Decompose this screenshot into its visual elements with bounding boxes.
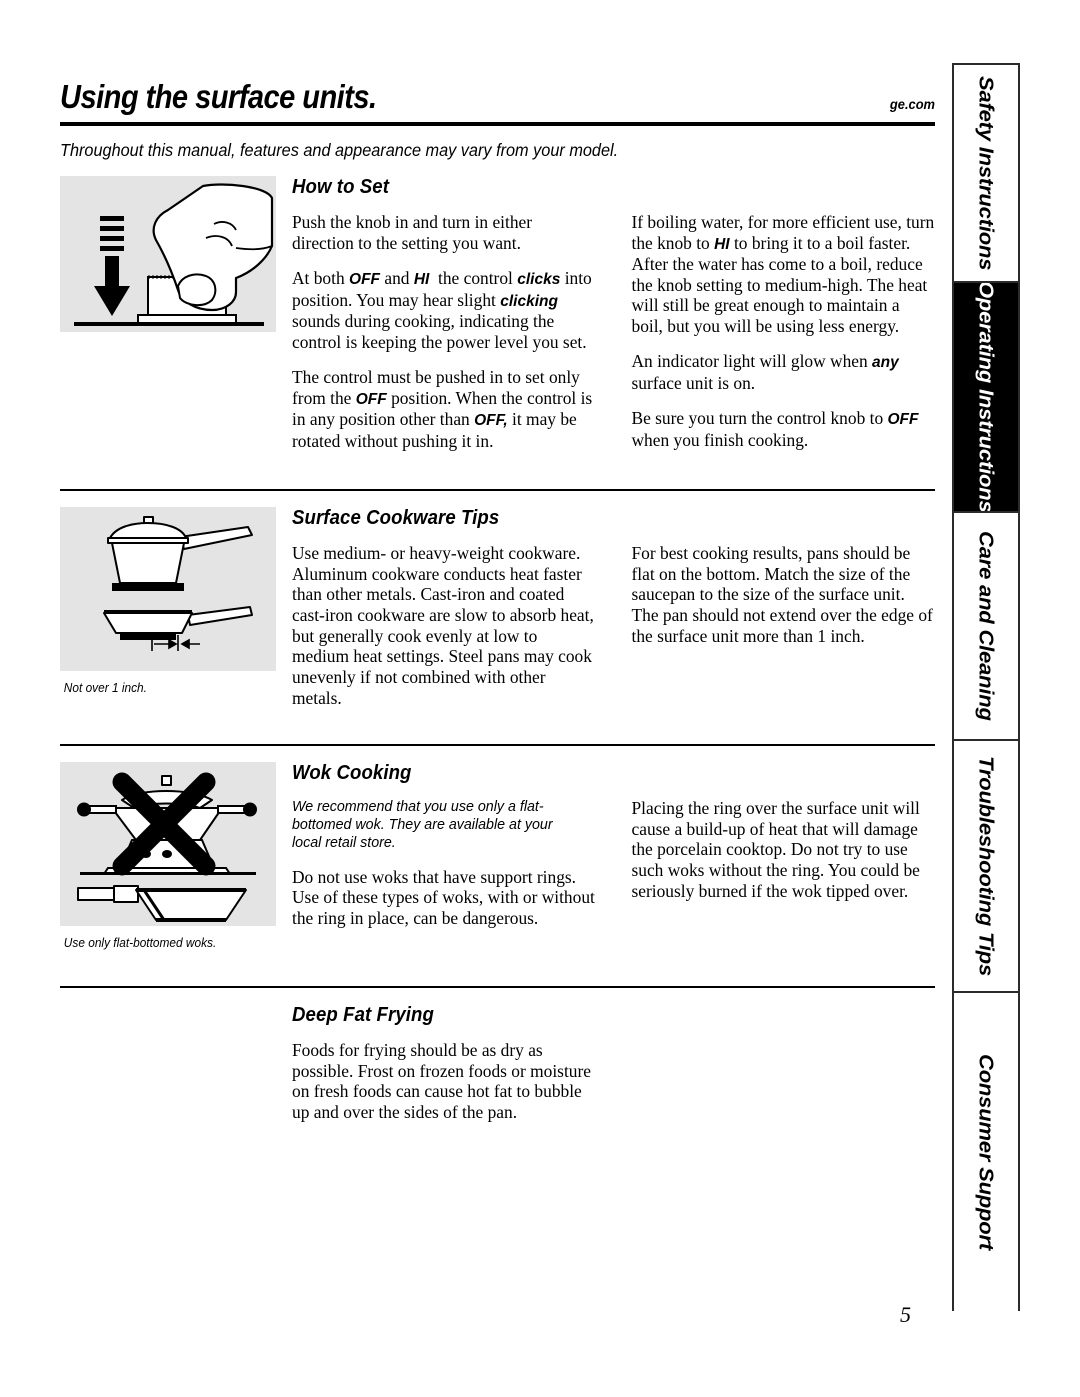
tab-label: Consumer Support — [974, 1053, 999, 1251]
paragraph: Foods for frying should be as dry as pos… — [292, 1040, 591, 1123]
section-divider — [60, 489, 935, 492]
paragraph: Push the knob in and turn in either dire… — [292, 212, 533, 253]
section-heading-wok-cooking: Wok Cooking — [292, 762, 412, 785]
paragraph: Use medium- or heavy-weight cookware. Al… — [292, 543, 594, 708]
figure-caption-use-only-flat-bottomed-woks: Use only flat-bottomed woks. — [63, 936, 217, 951]
paragraph: Do not use woks that have support rings.… — [292, 866, 595, 928]
tab-label: Safety Instructions — [974, 75, 999, 271]
figure-column: Not over 1 inch. — [60, 507, 292, 695]
text-column: Surface Cookware Tips Use medium- or hea… — [292, 507, 935, 708]
figure-caption-not-over-1-inch: Not over 1 inch. — [63, 681, 147, 696]
figure-column — [60, 176, 292, 332]
tab-troubleshooting-tips[interactable]: Troubleshooting Tips — [954, 741, 1018, 993]
tab-label: Care and Cleaning — [974, 531, 999, 721]
section-heading-deep-fat-frying: Deep Fat Frying — [292, 1004, 434, 1027]
text-column: Deep Fat Frying Foods for frying should … — [292, 1004, 935, 1123]
page-number: 5 — [900, 1302, 911, 1327]
paragraph: Placing the ring over the surface unit w… — [631, 798, 920, 901]
right-text-column — [632, 1040, 936, 1123]
section-deep-fat-frying: Deep Fat Frying Foods for frying should … — [60, 986, 935, 1123]
section-heading-how-to-set: How to Set — [292, 176, 390, 198]
left-text-column: Use medium- or heavy-weight cookware. Al… — [292, 543, 596, 708]
tab-operating-instructions[interactable]: Operating Instructions — [954, 283, 1018, 513]
left-text-column: We recommend that you use only a flat-bo… — [292, 798, 596, 928]
section-how-to-set: How to Set Push the knob in and turn in … — [60, 176, 935, 451]
tab-label: Troubleshooting Tips — [974, 755, 999, 977]
figure-column: Use only flat-bottomed woks. — [60, 762, 292, 950]
wok-with-support-ring-crossed-out-illustration — [60, 762, 276, 927]
paragraph: Be sure you turn the control knob to OFF… — [631, 408, 919, 450]
tab-consumer-support[interactable]: Consumer Support — [954, 993, 1018, 1311]
left-text-column: Push the knob in and turn in either dire… — [292, 212, 596, 451]
page-subtitle: Throughout this manual, features and app… — [60, 140, 619, 160]
right-text-column: For best cooking results, pans should be… — [632, 543, 936, 708]
paragraph: For best cooking results, pans should be… — [631, 543, 933, 646]
right-text-column: Placing the ring over the surface unit w… — [632, 798, 936, 928]
saucepan-and-frypan-illustration — [60, 507, 276, 672]
hand-pushing-knob-illustration — [60, 176, 276, 332]
tab-safety-instructions[interactable]: Safety Instructions — [954, 65, 1018, 283]
section-surface-cookware-tips: Not over 1 inch. Surface Cookware Tips U… — [60, 489, 935, 708]
page-title: Using the surface units. — [60, 78, 377, 115]
right-text-column: If boiling water, for more efficient use… — [632, 212, 936, 451]
page-header: Using the surface units. ge.com — [60, 78, 935, 126]
paragraph: At both OFF and HI the control clicks in… — [292, 268, 592, 352]
section-divider — [60, 986, 935, 989]
content-area: How to Set Push the knob in and turn in … — [60, 176, 935, 1123]
tab-care-and-cleaning[interactable]: Care and Cleaning — [954, 513, 1018, 741]
paragraph: If boiling water, for more efficient use… — [631, 212, 935, 336]
section-wok-cooking: Use only flat-bottomed woks. Wok Cooking… — [60, 744, 935, 950]
section-tab-rail: Safety Instructions Operating Instructio… — [952, 63, 1020, 1311]
left-text-column: Foods for frying should be as dry as pos… — [292, 1040, 596, 1123]
paragraph-note: We recommend that you use only a flat-bo… — [292, 798, 553, 851]
header-divider — [60, 122, 935, 126]
manual-page: Using the surface units. ge.com Througho… — [0, 0, 1080, 1397]
text-column: Wok Cooking We recommend that you use on… — [292, 762, 935, 928]
section-divider — [60, 744, 935, 747]
section-heading-surface-cookware-tips: Surface Cookware Tips — [292, 507, 500, 530]
paragraph: The control must be pushed in to set onl… — [292, 367, 593, 451]
tab-label: Operating Instructions — [974, 283, 999, 513]
text-column: How to Set Push the knob in and turn in … — [292, 176, 935, 451]
site-url: ge.com — [889, 96, 935, 112]
paragraph: An indicator light will glow when any su… — [631, 351, 899, 393]
